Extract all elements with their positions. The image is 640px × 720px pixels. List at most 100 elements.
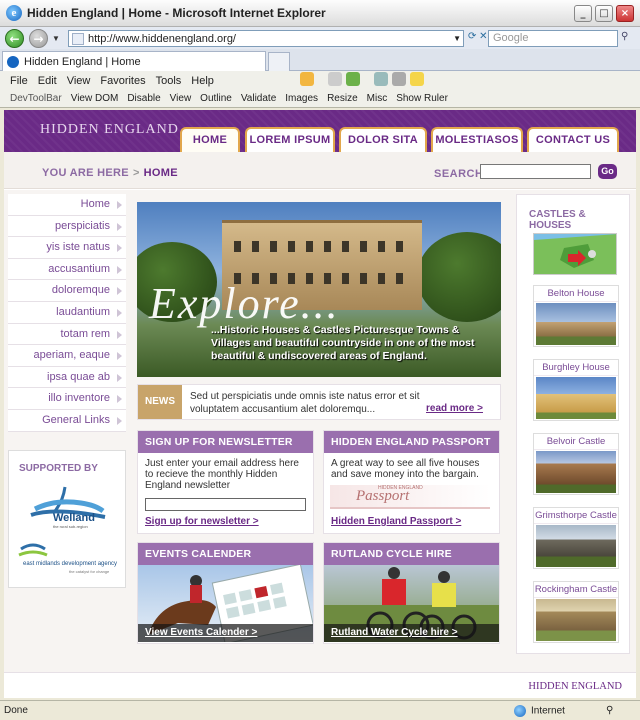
devtool-misc[interactable]: Misc [367,93,388,104]
close-button[interactable]: × [616,4,634,22]
sidebar-item-home[interactable]: Home [8,194,126,216]
nav-home[interactable]: HOME [180,127,240,152]
menu-view[interactable]: View [67,75,91,87]
devtool-resize[interactable]: Resize [327,93,358,104]
castle-card-burghley[interactable]: Burghley House [533,359,619,421]
breadcrumb: YOU ARE HERE > HOME [42,167,178,179]
dev-toolbar: DevToolBar View DOM Disable View Outline… [0,90,640,108]
address-text: http://www.hiddenengland.org/ [88,32,236,45]
devtool-show-ruler[interactable]: Show Ruler [396,93,448,104]
castles-houses-panel: CASTLES & HOUSES Belton House Burghley H… [516,194,630,654]
browser-search-input[interactable]: Google [488,30,618,47]
footer-logo[interactable]: HIDDEN ENGLAND [528,681,622,692]
sidebar-item[interactable]: illo inventore [8,388,126,410]
nav-contact-us[interactable]: CONTACT US [527,127,619,152]
newsletter-email-input[interactable] [145,498,306,511]
menu-tools[interactable]: Tools [156,75,182,87]
site-search-input[interactable] [480,164,591,179]
favorites-star-icon[interactable] [328,72,342,86]
emda-logo[interactable]: east midlands development agency the cat… [17,541,119,577]
history-dropdown-icon[interactable]: ▼ [52,34,60,43]
search-icon[interactable]: ⚲ [621,31,635,45]
hero-banner[interactable]: Explore... ...Historic Houses & Castles … [137,202,501,377]
forward-button[interactable]: → [29,28,48,48]
nav-molestiasos[interactable]: MOLESTIASOS [431,127,523,152]
castle-name: Belvoir Castle [534,434,618,450]
castle-image [536,525,616,567]
tab-title: Hidden England | Home [24,55,141,68]
sidebar-item[interactable]: ipsa quae ab [8,366,126,389]
supported-by-label: SUPPORTED BY [19,463,98,474]
castle-card-grimsthorpe[interactable]: Grimsthorpe Castle [533,507,619,569]
sidebar-item[interactable]: perspiciatis [8,215,126,238]
passport-logo[interactable]: HIDDEN ENGLAND Passport [330,485,490,509]
ie-icon: e [6,5,22,21]
window-titlebar: e Hidden England | Home - Microsoft Inte… [0,0,640,27]
print-icon[interactable] [392,72,406,86]
devtool-outline[interactable]: Outline [200,93,232,104]
castle-name: Burghley House [534,360,618,376]
sidebar-item[interactable]: aperiam, eaque [8,345,126,367]
home-icon[interactable] [300,72,314,86]
passport-title: HIDDEN ENGLAND PASSPORT [324,431,499,453]
passport-link[interactable]: Hidden England Passport > [331,516,461,527]
newsletter-signup-link[interactable]: Sign up for newsletter > [145,516,259,527]
castle-card-rockingham[interactable]: Rockingham Castle [533,581,619,643]
menu-file[interactable]: File [10,75,28,87]
news-read-more-link[interactable]: read more > [426,403,483,414]
refresh-icon[interactable]: ⟳ ✕ [468,31,488,42]
sidebar-item[interactable]: totam rem [8,323,126,346]
castle-card-belvoir[interactable]: Belvoir Castle [533,433,619,495]
cycle-link[interactable]: Rutland Water Cycle hire > [324,624,499,642]
tab-current[interactable]: Hidden England | Home [2,51,266,71]
newsletter-title: SIGN UP FOR NEWSLETTER [138,431,313,453]
devtool-view-dom[interactable]: View DOM [71,93,119,104]
breadcrumb-bar: YOU ARE HERE > HOME SEARCH Go [4,152,636,189]
status-bar: Done Internet ⚲ [0,700,640,720]
back-button[interactable]: ← [5,28,24,48]
address-bar[interactable]: http://www.hiddenengland.org/ ▼ [68,30,464,47]
breadcrumb-current: HOME [143,167,178,179]
page-tools-icon[interactable] [410,72,424,86]
passport-logo-text: Passport [356,488,410,504]
site-logo[interactable]: HIDDEN ENGLAND [40,122,179,138]
page-edge [636,110,640,698]
sidebar-item-general-links[interactable]: General Links [8,409,126,432]
region-map[interactable] [533,233,617,275]
feeds-icon[interactable] [374,72,388,86]
castle-card-belton[interactable]: Belton House [533,285,619,347]
devtool-validate[interactable]: Validate [241,93,276,104]
address-dropdown-icon[interactable]: ▼ [453,34,461,43]
sidebar-item[interactable]: yis iste natus [8,237,126,259]
maximize-button[interactable]: □ [595,4,613,22]
menu-favorites[interactable]: Favorites [100,75,145,87]
devtool-view[interactable]: View [170,93,192,104]
sidebar-item[interactable]: accusantium [8,258,126,281]
supported-by-panel: SUPPORTED BY Welland the rural sub-regio… [8,450,126,588]
devtool-disable[interactable]: Disable [127,93,160,104]
devtool-images[interactable]: Images [285,93,318,104]
nav-dolor-sita[interactable]: DOLOR SITA [339,127,427,152]
menu-edit[interactable]: Edit [38,75,57,87]
site-search-go-button[interactable]: Go [598,164,617,179]
sidebar-item[interactable]: doloremque [8,280,126,302]
minimize-button[interactable]: _ [574,4,592,22]
castles-houses-label: CASTLES & HOUSES [529,209,586,231]
menu-help[interactable]: Help [191,75,214,87]
security-zone[interactable]: Internet [514,705,565,717]
sidebar-item[interactable]: laudantium [8,301,126,324]
emda-logo-text: east midlands development agency [23,561,117,567]
breadcrumb-separator-icon: > [132,167,140,179]
events-photo[interactable]: View Events Calender > [138,565,313,642]
cycle-photo[interactable]: Rutland Water Cycle hire > [324,565,499,642]
events-title: EVENTS CALENDER [138,543,313,565]
welland-logo-subtext: the rural sub-region [53,524,88,529]
nav-lorem-ipsum[interactable]: LOREM IPSUM [245,127,335,152]
new-tab-button[interactable] [268,52,290,71]
zoom-icon[interactable]: ⚲ [606,705,613,716]
add-favorite-icon[interactable] [346,72,360,86]
welland-logo[interactable]: Welland the rural sub-region [25,481,109,529]
newsletter-box: SIGN UP FOR NEWSLETTER Just enter your e… [137,430,314,534]
tab-strip: Hidden England | Home [0,49,640,71]
events-link[interactable]: View Events Calender > [138,624,313,642]
